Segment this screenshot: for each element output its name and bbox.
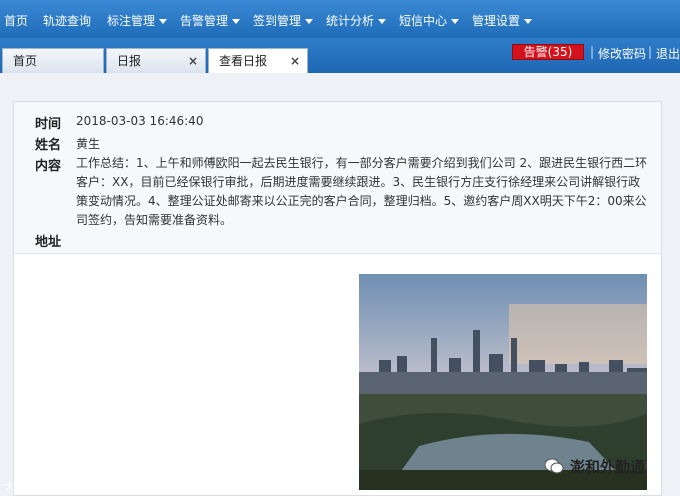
chevron-down-icon xyxy=(305,19,314,24)
chevron-down-icon xyxy=(524,19,533,24)
nav-sms-center[interactable]: 短信中心 xyxy=(399,12,460,29)
time-label: 时间 xyxy=(35,117,62,132)
nav-settings[interactable]: 管理设置 xyxy=(472,12,533,29)
tab-view-daily-report-label: 查看日报 xyxy=(219,54,268,68)
nav-settings-label: 管理设置 xyxy=(472,14,521,28)
nav-home-label: 首页 xyxy=(4,14,29,28)
name-value: 黄生 xyxy=(76,137,101,151)
report-info: 时间 2018-03-03 16:46:40 姓名 黄生 内容 工作总结：1、上… xyxy=(14,102,661,254)
tab-home-label: 首页 xyxy=(13,54,38,68)
tab-daily-report[interactable]: 日报 × xyxy=(106,48,206,73)
nav-checkin-mgmt-label: 签到管理 xyxy=(253,14,302,28)
tab-daily-report-label: 日报 xyxy=(117,54,142,68)
close-icon[interactable]: × xyxy=(290,49,300,73)
nav-sms-center-label: 短信中心 xyxy=(399,14,448,28)
nav-checkin-mgmt[interactable]: 签到管理 xyxy=(253,12,314,29)
watermark-right: 澎和外勤通 xyxy=(570,458,646,476)
chevron-down-icon xyxy=(159,19,168,24)
nav-home[interactable]: 首页 xyxy=(4,12,28,29)
content-area: 时间 2018-03-03 16:46:40 姓名 黄生 内容 工作总结：1、上… xyxy=(0,73,680,496)
report-panel: 时间 2018-03-03 16:46:40 姓名 黄生 内容 工作总结：1、上… xyxy=(13,101,662,496)
nav-track-query[interactable]: 轨迹查询 xyxy=(43,12,91,29)
chevron-down-icon xyxy=(378,19,387,24)
nav-alarm-mgmt-label: 告警管理 xyxy=(180,14,229,28)
wechat-icon xyxy=(544,458,564,474)
link-separator: | xyxy=(648,45,653,59)
watermark-left: 大数跨境 xyxy=(4,480,48,493)
nav-statistics-label: 统计分析 xyxy=(326,14,375,28)
link-separator: | xyxy=(590,45,595,59)
nav-track-query-label: 轨迹查询 xyxy=(43,14,92,28)
top-nav: 首页 轨迹查询 标注管理 告警管理 签到管理 统计分析 短信中心 管理设置 xyxy=(0,0,680,38)
content-label: 内容 xyxy=(35,159,62,174)
close-icon[interactable]: × xyxy=(188,49,198,73)
address-label: 地址 xyxy=(35,235,62,250)
change-password-link[interactable]: 修改密码 xyxy=(598,45,646,62)
nav-annotation-mgmt-label: 标注管理 xyxy=(107,14,156,28)
name-label: 姓名 xyxy=(35,138,62,153)
content-text: 工作总结：1、上午和师傅欧阳一起去民生银行，有一部分客户需要介绍到我们公司 2、… xyxy=(76,156,648,227)
time-value: 2018-03-03 16:46:40 xyxy=(76,114,204,128)
chevron-down-icon xyxy=(451,19,460,24)
logout-link[interactable]: 退出 xyxy=(656,45,680,62)
nav-annotation-mgmt[interactable]: 标注管理 xyxy=(107,12,168,29)
alarm-badge[interactable]: 告警(35) xyxy=(512,44,584,60)
tab-home[interactable]: 首页 xyxy=(2,48,104,73)
tab-view-daily-report[interactable]: 查看日报 × xyxy=(208,48,308,74)
nav-alarm-mgmt[interactable]: 告警管理 xyxy=(180,12,241,29)
chevron-down-icon xyxy=(232,19,241,24)
nav-statistics[interactable]: 统计分析 xyxy=(326,12,387,29)
